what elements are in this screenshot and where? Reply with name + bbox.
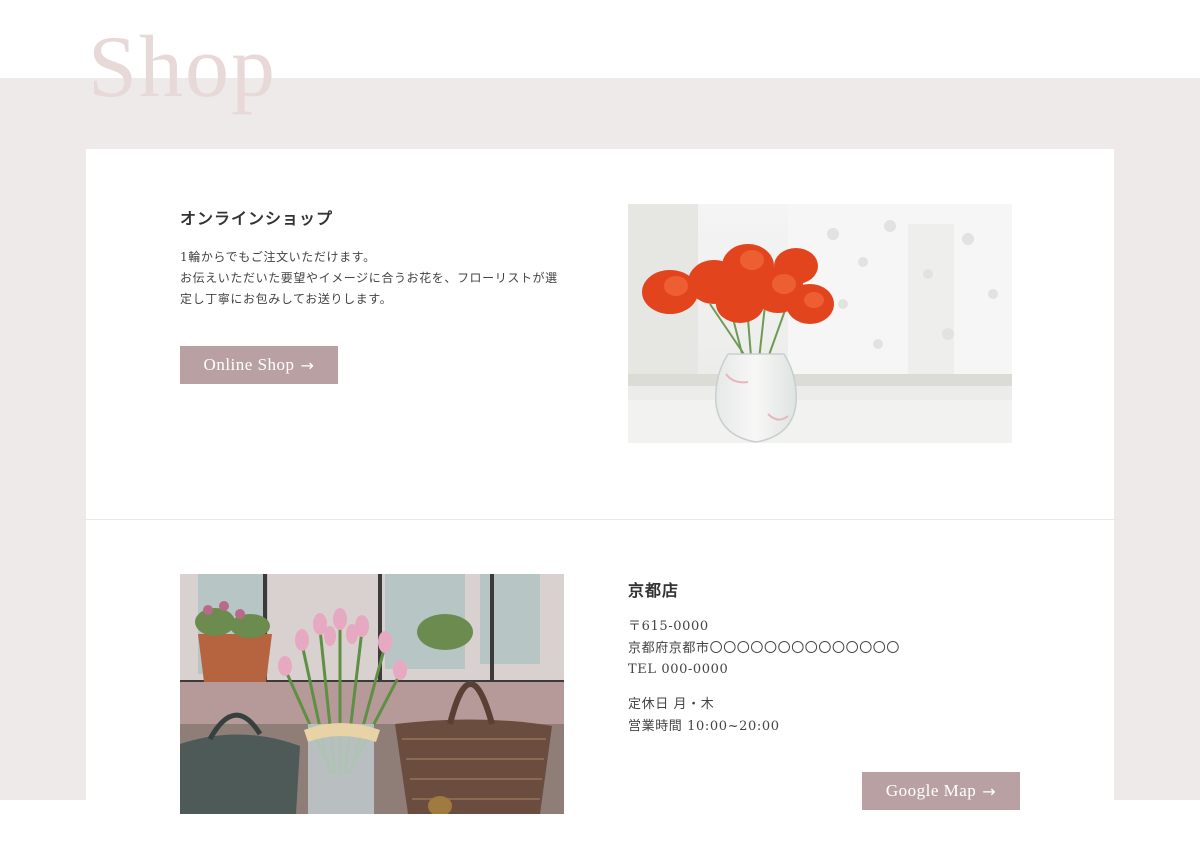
- page-title: Shop: [88, 19, 277, 116]
- phone-number: 000-0000: [661, 662, 729, 677]
- business-hours: 営業時間 10:00~20:00: [628, 716, 780, 738]
- closed-value: 月・木: [673, 697, 715, 712]
- google-map-button[interactable]: Google Map →: [862, 772, 1020, 810]
- flower-shop-photo: [180, 574, 564, 814]
- description-line: 1輪からでもご注文いただけます。: [180, 250, 376, 264]
- arrow-right-icon: →: [982, 781, 997, 801]
- online-shop-button[interactable]: Online Shop →: [180, 346, 338, 384]
- online-shop-button-label: Online Shop: [203, 355, 295, 374]
- google-map-button-label: Google Map: [885, 781, 977, 800]
- kyoto-store-heading: 京都店: [628, 581, 680, 600]
- description-line: 定し丁寧にお包みしてお送りします。: [180, 292, 393, 306]
- section-divider: [86, 519, 1114, 520]
- description-line: お伝えいただいた要望やイメージに合うお花を、フローリストが選: [180, 271, 558, 285]
- online-shop-heading: オンラインショップ: [180, 209, 334, 228]
- shop-card: オンラインショップ 1輪からでもご注文いただけます。 お伝えいただいた要望やイメ…: [86, 149, 1114, 849]
- hours-value: 10:00~20:00: [687, 718, 780, 734]
- hours-label: 営業時間: [628, 718, 683, 734]
- tulip-vase-photo: [628, 204, 1012, 443]
- store-hours-block: 定休日 月・木 営業時間 10:00~20:00: [628, 694, 780, 737]
- address: 京都府京都市〇〇〇〇〇〇〇〇〇〇〇〇〇〇: [628, 640, 901, 656]
- phone-label: TEL: [628, 662, 657, 677]
- postal-code: 〒615-0000: [628, 619, 709, 634]
- phone: TEL 000-0000: [628, 659, 900, 681]
- store-address-block: 〒615-0000 京都府京都市〇〇〇〇〇〇〇〇〇〇〇〇〇〇 TEL 000-0…: [628, 616, 900, 681]
- arrow-right-icon: →: [300, 355, 315, 375]
- online-shop-description: 1輪からでもご注文いただけます。 お伝えいただいた要望やイメージに合うお花を、フ…: [180, 247, 572, 310]
- closed-label: 定休日: [628, 697, 669, 712]
- closed-days: 定休日 月・木: [628, 694, 780, 716]
